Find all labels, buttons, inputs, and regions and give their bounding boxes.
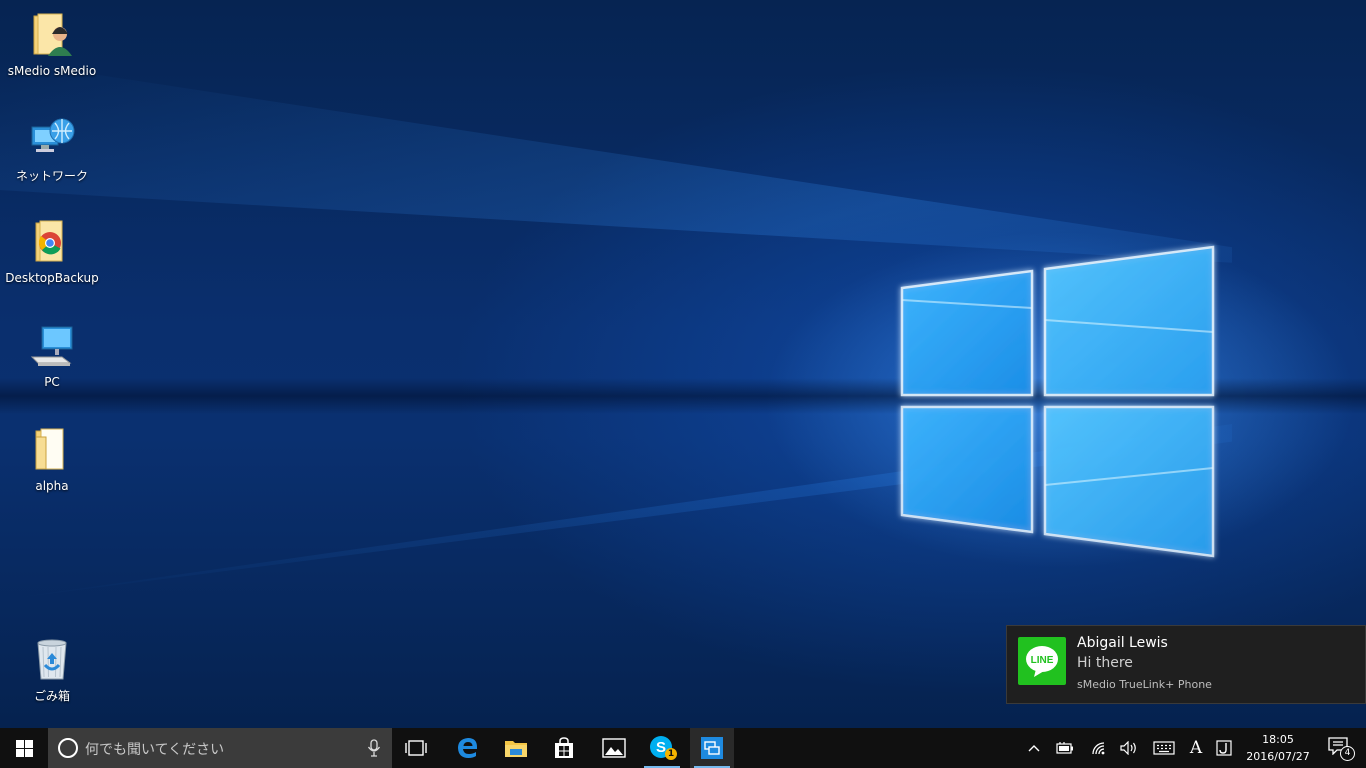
keyboard-icon — [1153, 741, 1175, 755]
notification-source: sMedio TrueLink+ Phone — [1077, 678, 1212, 691]
network-tray-button[interactable] — [1086, 728, 1112, 768]
wifi-icon — [1092, 742, 1105, 755]
touch-keyboard-button[interactable] — [1150, 728, 1178, 768]
desktop-icon-label: DesktopBackup — [5, 271, 99, 285]
desktop-icon-smedio[interactable]: sMedio sMedio — [4, 10, 100, 100]
cortana-icon — [58, 738, 78, 758]
desktop-icon-network[interactable]: ネットワーク — [4, 113, 100, 203]
desktop-icon-label: ごみ箱 — [33, 689, 70, 703]
truelink-icon — [701, 737, 723, 759]
network-icon — [31, 118, 75, 152]
clock-date: 2016/07/27 — [1246, 750, 1310, 763]
volume-button[interactable] — [1116, 728, 1142, 768]
line-app-icon-text: LINE — [1031, 655, 1054, 666]
start-button[interactable] — [0, 728, 48, 768]
speaker-icon — [1120, 741, 1136, 755]
task-view-button[interactable] — [396, 728, 436, 768]
taskbar: 何でも聞いてください S 1 A 18:05 2016/07/27 4 — [0, 728, 1366, 768]
chrome-folder-icon — [35, 220, 63, 262]
computer-icon — [30, 326, 73, 366]
task-view-icon — [405, 740, 427, 756]
file-explorer-icon — [505, 741, 527, 757]
user-folder-icon — [33, 13, 72, 56]
microphone-icon[interactable] — [364, 738, 384, 758]
desktop-icon-recycle-bin[interactable]: ごみ箱 — [4, 633, 100, 723]
line-bubble-icon: LINE — [1026, 646, 1058, 677]
taskbar-app-edge[interactable] — [444, 728, 492, 768]
chevron-up-icon — [1028, 745, 1040, 752]
battery-button[interactable] — [1052, 728, 1078, 768]
desktop-icon-alpha[interactable]: alpha — [4, 425, 100, 515]
taskbar-app-store[interactable] — [540, 728, 588, 768]
clock[interactable]: 18:05 2016/07/27 — [1242, 728, 1314, 768]
line-app-icon: LINE — [1018, 637, 1066, 685]
skype-badge: 1 — [665, 748, 677, 760]
notification-toast[interactable]: LINE Abigail Lewis Hi there sMedio TrueL… — [1006, 625, 1366, 704]
windows-start-icon — [15, 739, 33, 757]
store-icon — [555, 737, 573, 758]
taskbar-app-skype[interactable]: S 1 — [640, 728, 684, 768]
desktop-icon-label: PC — [44, 375, 60, 389]
cortana-search-box[interactable]: 何でも聞いてください — [48, 728, 392, 768]
desktop-icon-desktopbackup[interactable]: DesktopBackup — [4, 217, 100, 307]
windows-logo-wallpaper — [900, 245, 1215, 558]
ime-mode-indicator[interactable]: A — [1184, 728, 1208, 768]
notification-title: Abigail Lewis — [1077, 635, 1168, 651]
desktop-icon-label: sMedio sMedio — [7, 64, 97, 78]
ime-pad-button[interactable] — [1212, 728, 1236, 768]
edge-icon — [458, 738, 477, 758]
taskbar-app-photos[interactable] — [590, 728, 638, 768]
desktop-icon-label: ネットワーク — [15, 169, 88, 183]
action-center-button[interactable]: 4 — [1318, 728, 1362, 768]
ime-pad-icon — [1216, 740, 1232, 756]
folder-icon — [35, 428, 64, 470]
clock-time: 18:05 — [1262, 733, 1294, 746]
desktop-icon-pc[interactable]: PC — [4, 321, 100, 411]
desktop[interactable]: sMedio sMedio ネットワーク DesktopBackup PC al… — [0, 0, 1366, 728]
taskbar-app-truelink[interactable] — [690, 728, 734, 768]
search-placeholder: 何でも聞いてください — [85, 742, 225, 758]
desktop-icon-label: alpha — [35, 479, 69, 493]
notification-count-badge: 4 — [1340, 746, 1355, 761]
photos-icon — [602, 738, 626, 758]
battery-icon — [1056, 742, 1073, 754]
recycle-bin-icon — [37, 639, 67, 680]
notification-message: Hi there — [1077, 655, 1133, 671]
taskbar-app-file-explorer[interactable] — [492, 728, 540, 768]
show-hidden-icons-button[interactable] — [1022, 728, 1046, 768]
